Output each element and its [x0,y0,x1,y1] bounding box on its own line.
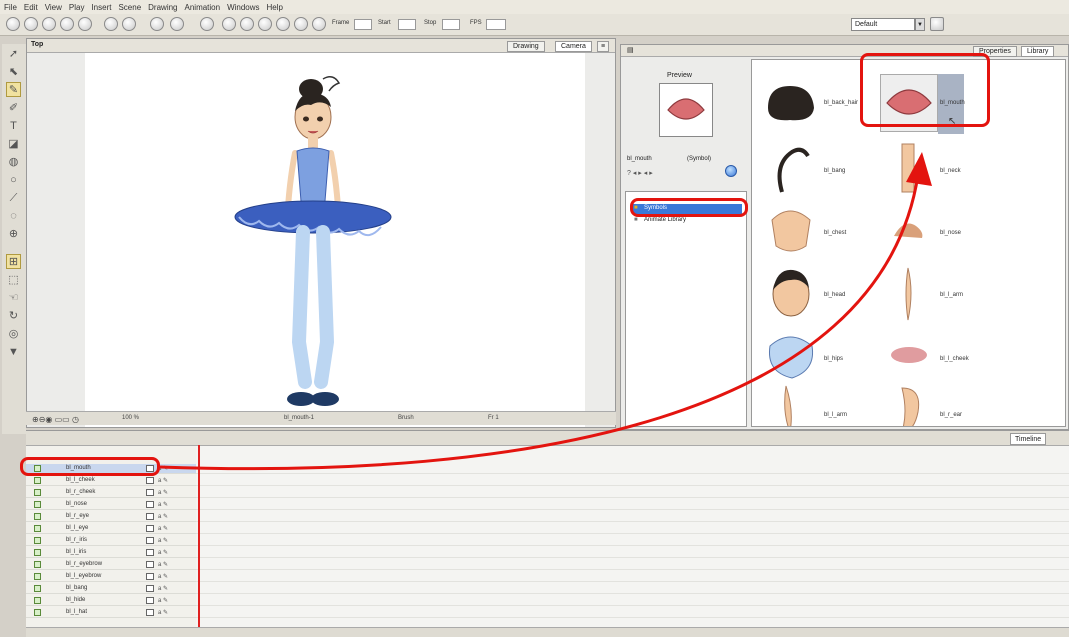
drag-arrow [159,152,932,471]
